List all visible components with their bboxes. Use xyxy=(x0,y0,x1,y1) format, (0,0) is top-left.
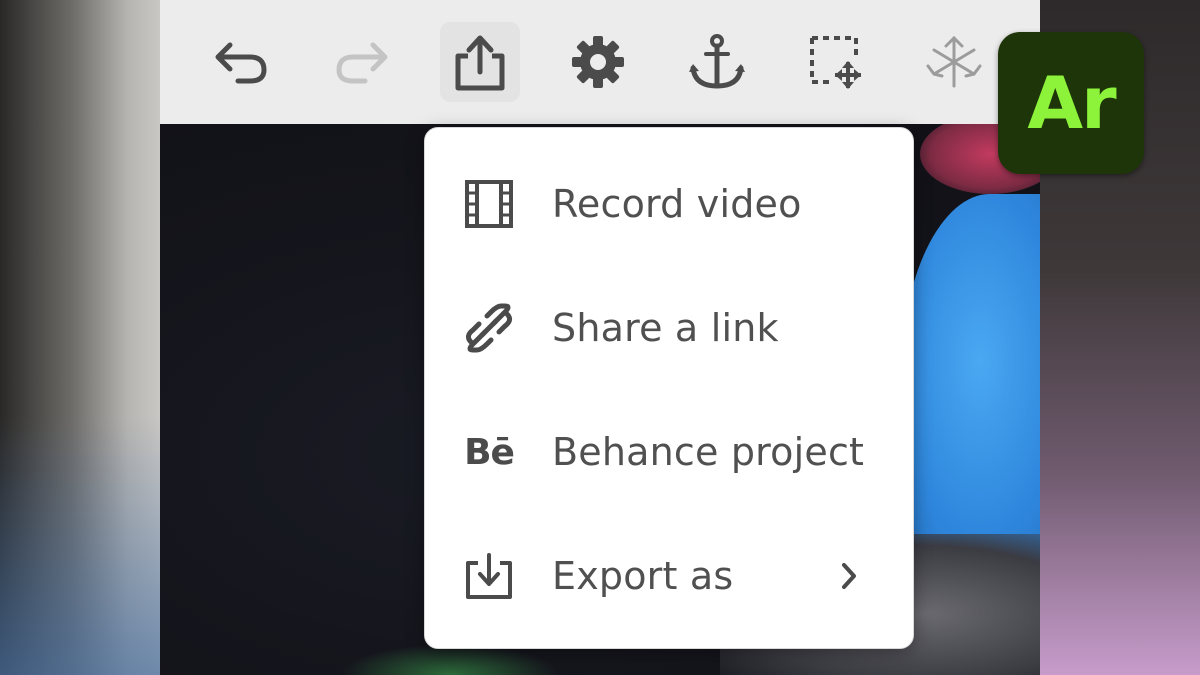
app-badge-text: Ar xyxy=(1027,61,1116,145)
film-icon xyxy=(461,176,517,232)
share-button[interactable] xyxy=(440,22,520,102)
anchor-button[interactable] xyxy=(677,22,757,102)
menu-item-export-as[interactable]: Export as xyxy=(425,526,913,626)
menu-item-label: Share a link xyxy=(552,306,779,350)
menu-item-label: Record video xyxy=(552,182,802,226)
link-icon xyxy=(461,300,517,356)
aero-app-window: Record video Share a link Bē Behance pro… xyxy=(160,0,1040,675)
menu-item-behance-project[interactable]: Bē Behance project xyxy=(425,402,913,502)
menu-item-label: Export as xyxy=(552,554,734,598)
export-icon xyxy=(461,548,517,604)
settings-button[interactable] xyxy=(558,22,638,102)
redo-button[interactable] xyxy=(321,22,401,102)
menu-item-share-link[interactable]: Share a link xyxy=(425,278,913,378)
marquee-move-icon xyxy=(810,36,861,89)
share-menu: Record video Share a link Bē Behance pro… xyxy=(424,127,914,649)
menu-item-label: Behance project xyxy=(552,430,865,474)
select-move-button[interactable] xyxy=(796,22,876,102)
redo-icon xyxy=(336,42,388,84)
menu-item-record-video[interactable]: Record video xyxy=(425,154,913,254)
adobe-aero-app-badge: Ar xyxy=(998,32,1144,174)
behance-icon: Bē xyxy=(461,424,517,480)
transform-arrows-icon xyxy=(926,35,982,88)
background-left-blur xyxy=(0,0,160,675)
undo-icon xyxy=(215,42,267,84)
chevron-right-icon xyxy=(837,556,861,596)
undo-button[interactable] xyxy=(202,22,282,102)
behance-glyph: Bē xyxy=(464,431,515,473)
top-toolbar xyxy=(160,0,1040,124)
share-icon xyxy=(455,35,505,91)
anchor-icon xyxy=(689,34,745,89)
transform-button[interactable] xyxy=(914,22,994,102)
gear-icon xyxy=(572,36,624,88)
